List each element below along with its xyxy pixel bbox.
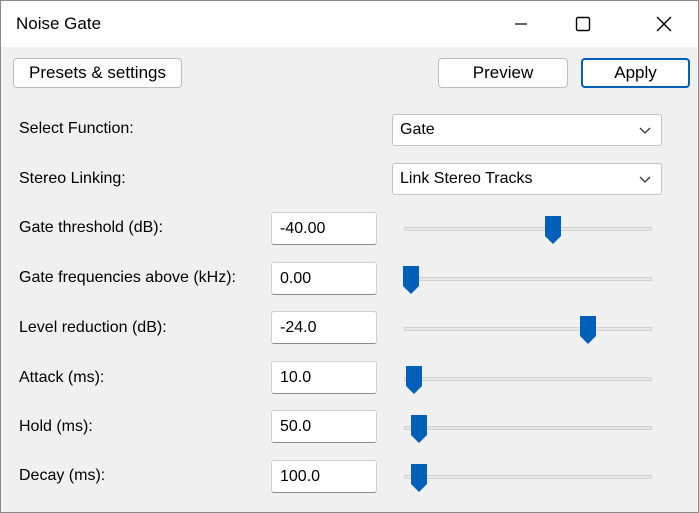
- slider-thumb[interactable]: [402, 265, 420, 295]
- decay-field[interactable]: 100.0: [271, 460, 377, 493]
- attack-field[interactable]: 10.0: [271, 361, 377, 394]
- level-reduction-field[interactable]: -24.0: [271, 311, 377, 344]
- gate-threshold-field[interactable]: -40.00: [271, 212, 377, 245]
- presets-settings-button[interactable]: Presets & settings: [13, 58, 182, 88]
- stereo-linking-value: Link Stereo Tracks: [400, 170, 533, 187]
- maximize-button[interactable]: [552, 1, 614, 47]
- minimize-button[interactable]: [490, 1, 552, 47]
- title-bar[interactable]: Noise Gate: [1, 1, 698, 47]
- gate-frequencies-field[interactable]: 0.00: [271, 262, 377, 295]
- close-button[interactable]: [633, 1, 695, 47]
- function-select-value: Gate: [400, 121, 435, 138]
- apply-button[interactable]: Apply: [581, 58, 690, 88]
- slider-track: [404, 377, 652, 381]
- attack-label: Attack (ms):: [19, 369, 105, 386]
- level-reduction-label: Level reduction (dB):: [19, 319, 167, 336]
- function-select[interactable]: Gate: [392, 114, 662, 146]
- gate-frequencies-slider[interactable]: [402, 261, 652, 297]
- slider-track: [404, 227, 652, 231]
- slider-track: [404, 277, 652, 281]
- slider-thumb[interactable]: [579, 315, 597, 345]
- slider-track: [404, 327, 652, 331]
- chevron-down-icon: [639, 127, 651, 134]
- slider-thumb[interactable]: [410, 414, 428, 444]
- slider-track: [404, 426, 652, 430]
- noise-gate-window: Noise Gate Presets & settings Preview Ap…: [0, 0, 699, 513]
- hold-slider[interactable]: [404, 410, 652, 446]
- hold-field[interactable]: 50.0: [271, 410, 377, 443]
- attack-slider[interactable]: [404, 361, 652, 397]
- close-icon: [656, 16, 672, 32]
- level-reduction-slider[interactable]: [404, 311, 652, 347]
- minimize-icon: [515, 23, 527, 25]
- stereo-linking-label: Stereo Linking:: [19, 170, 126, 187]
- gate-frequencies-label: Gate frequencies above (kHz):: [19, 269, 236, 286]
- hold-label: Hold (ms):: [19, 418, 93, 435]
- gate-threshold-label: Gate threshold (dB):: [19, 219, 164, 236]
- slider-thumb[interactable]: [405, 365, 423, 395]
- select-function-label: Select Function:: [19, 120, 134, 137]
- stereo-linking-select[interactable]: Link Stereo Tracks: [392, 163, 662, 195]
- slider-track: [404, 475, 652, 479]
- slider-thumb[interactable]: [410, 463, 428, 493]
- chevron-down-icon: [639, 176, 651, 183]
- decay-slider[interactable]: [404, 459, 652, 495]
- window-title: Noise Gate: [16, 14, 102, 33]
- decay-label: Decay (ms):: [19, 467, 106, 484]
- maximize-icon: [575, 16, 591, 32]
- slider-thumb[interactable]: [544, 215, 562, 245]
- gate-threshold-slider[interactable]: [404, 211, 652, 247]
- preview-button[interactable]: Preview: [438, 58, 568, 88]
